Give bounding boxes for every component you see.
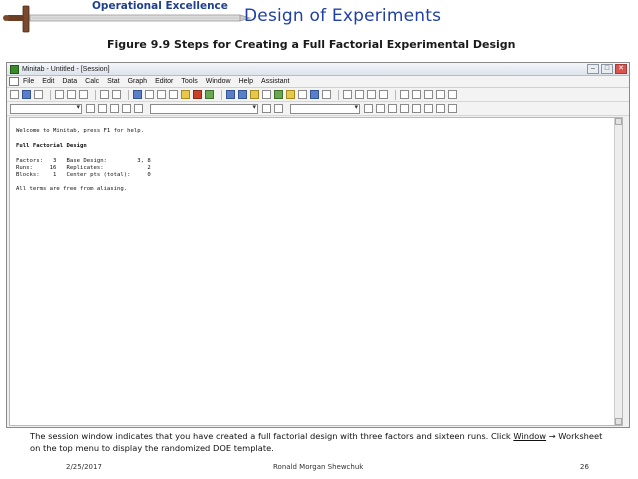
edit-last-dialog-icon[interactable] (133, 90, 142, 99)
menu-editor[interactable]: Editor (155, 78, 173, 85)
session-welcome-text: Welcome to Minitab, press F1 for help. (16, 128, 144, 134)
session-heading: Full Factorial Design (16, 143, 87, 149)
menu-graph[interactable]: Graph (128, 78, 147, 85)
figure-title: Figure 9.9 Steps for Creating a Full Fac… (107, 38, 516, 51)
undo-icon[interactable] (100, 90, 109, 99)
ellipse-tool-icon[interactable] (400, 104, 409, 113)
note-text-start: The session window indicates that you ha… (30, 431, 514, 441)
scroll-down-icon[interactable] (615, 418, 622, 425)
menu-calc[interactable]: Calc (85, 78, 99, 85)
menu-assistant[interactable]: Assistant (261, 78, 289, 85)
brush-icon[interactable] (86, 104, 95, 113)
find-icon[interactable] (169, 90, 178, 99)
window-title: Minitab - Untitled - [Session] (22, 65, 110, 73)
session-row: Runs: 16 Replicates: 2 (16, 165, 151, 171)
copy-icon[interactable] (67, 90, 76, 99)
note-window-word: Window (513, 431, 547, 441)
session-row: Blocks: 1 Center pts (total): 0 (16, 172, 151, 178)
toolbar-icon-f[interactable] (412, 90, 421, 99)
session-window-icon[interactable] (226, 90, 235, 99)
scroll-up-icon[interactable] (615, 118, 622, 125)
toolbar-icon-j[interactable] (448, 104, 457, 113)
brand-label: Operational Excellence (92, 0, 228, 12)
related-documents-icon[interactable] (310, 90, 319, 99)
edit-graph-icon[interactable] (98, 104, 107, 113)
open-icon[interactable] (10, 90, 19, 99)
toolbar-icon-b[interactable] (355, 90, 364, 99)
history-icon[interactable] (298, 90, 307, 99)
note-text-worksheet: → Worksheet (546, 431, 603, 441)
cancel-command-icon[interactable] (205, 90, 214, 99)
session-doc-icon[interactable] (9, 77, 19, 86)
menu-edit[interactable]: Edit (42, 78, 54, 85)
session-window[interactable]: Welcome to Minitab, press F1 for help. F… (9, 117, 623, 426)
slide-title: Design of Experiments (244, 6, 442, 26)
worksheet-dropdown[interactable] (10, 103, 82, 114)
graph-toolbar (7, 102, 629, 116)
find-next-icon[interactable] (181, 90, 190, 99)
close-button[interactable]: ✕ (615, 64, 627, 74)
print-icon[interactable] (34, 90, 43, 99)
window-titlebar[interactable]: Minitab - Untitled - [Session] – □ ✕ (7, 63, 629, 76)
design-icon[interactable] (322, 90, 331, 99)
move-down-icon[interactable] (157, 90, 166, 99)
minimize-button[interactable]: – (587, 64, 599, 74)
move-up-icon[interactable] (145, 90, 154, 99)
maximize-button[interactable]: □ (601, 64, 613, 74)
menu-tools[interactable]: Tools (181, 78, 197, 85)
cut-icon[interactable] (55, 90, 64, 99)
toolbar-icon-e[interactable] (400, 90, 409, 99)
info-icon[interactable] (286, 90, 295, 99)
graph-item-dropdown[interactable] (150, 103, 258, 114)
footer-page-number: 26 (580, 463, 589, 471)
toolbar-icon-i[interactable] (448, 90, 457, 99)
help-icon[interactable] (193, 90, 202, 99)
text-tool-icon[interactable] (376, 104, 385, 113)
redo-icon[interactable] (112, 90, 121, 99)
marker-tool-icon[interactable] (436, 104, 445, 113)
menu-data[interactable]: Data (62, 78, 77, 85)
toolbar-icon-d[interactable] (379, 90, 388, 99)
project-manager-icon[interactable] (250, 90, 259, 99)
report-pad-icon[interactable] (262, 90, 271, 99)
hash-icon[interactable] (134, 104, 143, 113)
graph-folder-icon[interactable] (274, 90, 283, 99)
note-text-line2: on the top menu to display the randomize… (30, 442, 274, 453)
menu-help[interactable]: Help (239, 78, 253, 85)
menu-window[interactable]: Window (206, 78, 231, 85)
standard-toolbar (7, 88, 629, 102)
session-alias-note: All terms are free from aliasing. (16, 186, 128, 192)
select-arrow-icon[interactable] (364, 104, 373, 113)
worksheet-window-icon[interactable] (238, 90, 247, 99)
menu-stat[interactable]: Stat (107, 78, 119, 85)
menu-file[interactable]: File (23, 78, 34, 85)
plus-icon[interactable] (110, 104, 119, 113)
annotation-dropdown[interactable] (290, 103, 360, 114)
toolbar-icon-c[interactable] (367, 90, 376, 99)
toolbar-icon-g[interactable] (424, 90, 433, 99)
line-tool-icon[interactable] (412, 104, 421, 113)
save-icon[interactable] (22, 90, 31, 99)
minitab-app-icon (10, 64, 19, 74)
footer-author: Ronald Morgan Shewchuk (273, 463, 364, 471)
toolbar-icon-h[interactable] (436, 90, 445, 99)
session-scrollbar[interactable] (614, 118, 622, 425)
crosshair-icon[interactable] (122, 104, 131, 113)
polygon-tool-icon[interactable] (424, 104, 433, 113)
toolbar-icon-a[interactable] (343, 90, 352, 99)
zoom-icon[interactable] (274, 104, 283, 113)
rectangle-tool-icon[interactable] (388, 104, 397, 113)
footer-date: 2/25/2017 (66, 463, 102, 471)
instruction-note: The session window indicates that you ha… (30, 431, 626, 454)
menu-bar: File Edit Data Calc Stat Graph Editor To… (7, 76, 629, 88)
session-row: Factors: 3 Base Design: 3, 8 (16, 158, 151, 164)
properties-icon[interactable] (262, 104, 271, 113)
paste-icon[interactable] (79, 90, 88, 99)
minitab-window: Minitab - Untitled - [Session] – □ ✕ Fil… (6, 62, 630, 428)
